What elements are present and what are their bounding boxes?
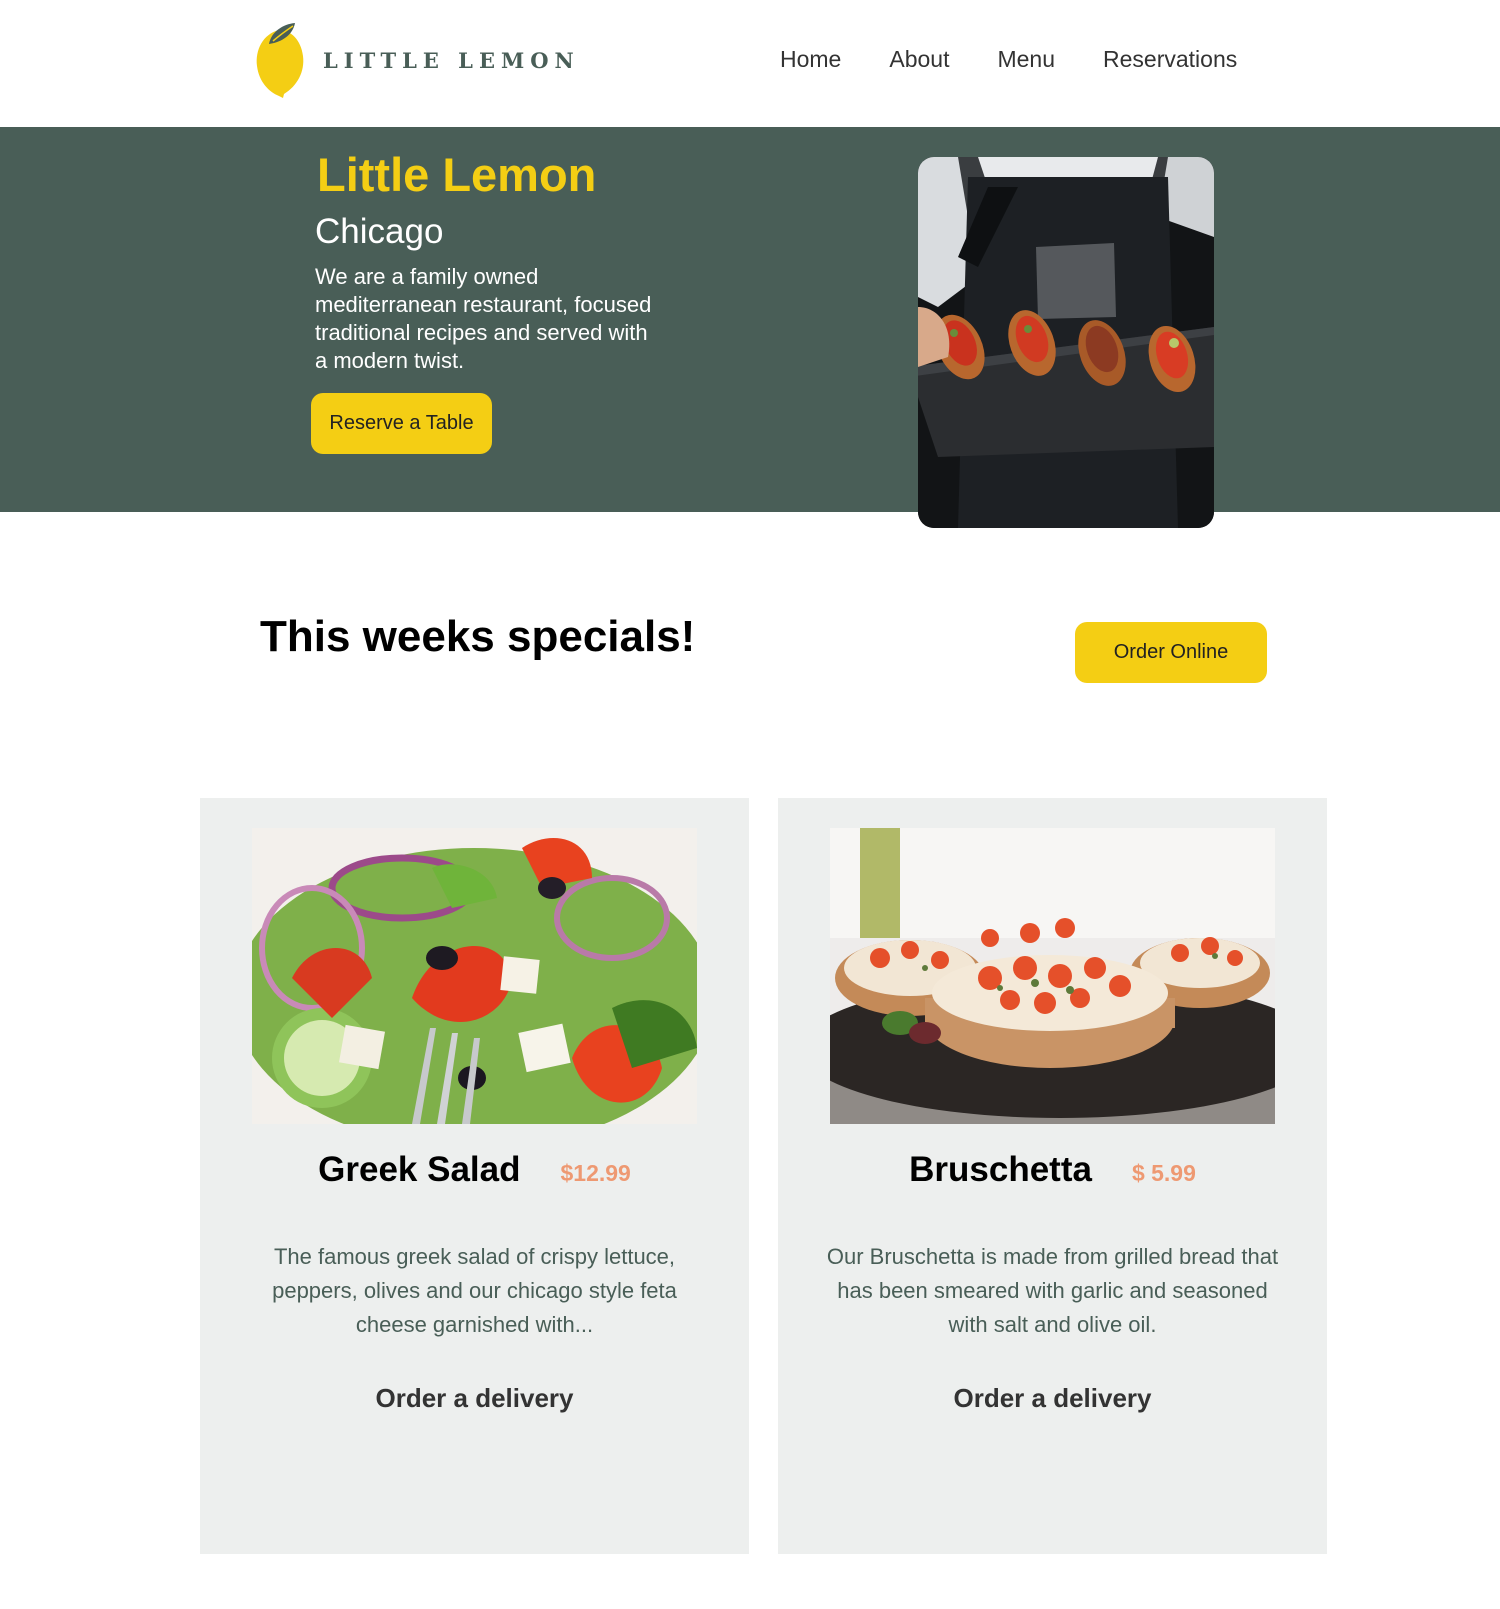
dish-description: Our Bruschetta is made from grilled brea… bbox=[826, 1244, 1279, 1337]
greek-salad-image bbox=[252, 828, 697, 1124]
site-logo[interactable]: LITTLE LEMON bbox=[253, 20, 580, 100]
hero-title: Little Lemon bbox=[317, 148, 597, 201]
bruschetta-image bbox=[830, 828, 1275, 1124]
nav-about-link[interactable]: About bbox=[889, 46, 949, 73]
site-header: LITTLE LEMON Home About Menu Reservation… bbox=[0, 0, 1500, 127]
dish-name: Bruschetta bbox=[909, 1150, 1092, 1189]
special-card-bruschetta: Bruschetta $ 5.99 Our Bruschetta is made… bbox=[778, 798, 1327, 1554]
nav-menu-link[interactable]: Menu bbox=[997, 46, 1055, 73]
hero-city: Chicago bbox=[315, 212, 444, 251]
dish-name: Greek Salad bbox=[318, 1150, 521, 1189]
bruschetta-photo bbox=[830, 828, 1275, 1124]
special-card-greek-salad: Greek Salad $12.99 The famous greek sala… bbox=[200, 798, 749, 1554]
main-nav: Home About Menu Reservations bbox=[780, 46, 1237, 73]
greek-salad-photo bbox=[252, 828, 697, 1124]
card-header: Bruschetta $ 5.99 bbox=[778, 1150, 1327, 1190]
dish-price: $12.99 bbox=[560, 1160, 631, 1186]
dish-description: The famous greek salad of crispy lettuce… bbox=[272, 1244, 677, 1337]
order-delivery-link[interactable]: Order a delivery bbox=[778, 1383, 1327, 1414]
card-header: Greek Salad $12.99 bbox=[200, 1150, 749, 1190]
reserve-table-button[interactable]: Reserve a Table bbox=[311, 393, 492, 454]
specials-heading: This weeks specials! bbox=[260, 612, 696, 661]
chef-serving-image bbox=[918, 157, 1214, 528]
order-delivery-link[interactable]: Order a delivery bbox=[200, 1383, 749, 1414]
lemon-logo-icon bbox=[256, 23, 304, 98]
nav-reservations-link[interactable]: Reservations bbox=[1103, 46, 1237, 73]
dish-price: $ 5.99 bbox=[1131, 1160, 1196, 1186]
hero-section: Little Lemon Chicago We are a family own… bbox=[0, 127, 1500, 512]
logo-wordmark: LITTLE LEMON bbox=[323, 47, 580, 73]
nav-home-link[interactable]: Home bbox=[780, 46, 841, 73]
order-online-button[interactable]: Order Online bbox=[1075, 622, 1267, 683]
hero-photo-chef-serving bbox=[918, 157, 1214, 528]
hero-description: We are a family owned mediterranean rest… bbox=[315, 264, 652, 373]
